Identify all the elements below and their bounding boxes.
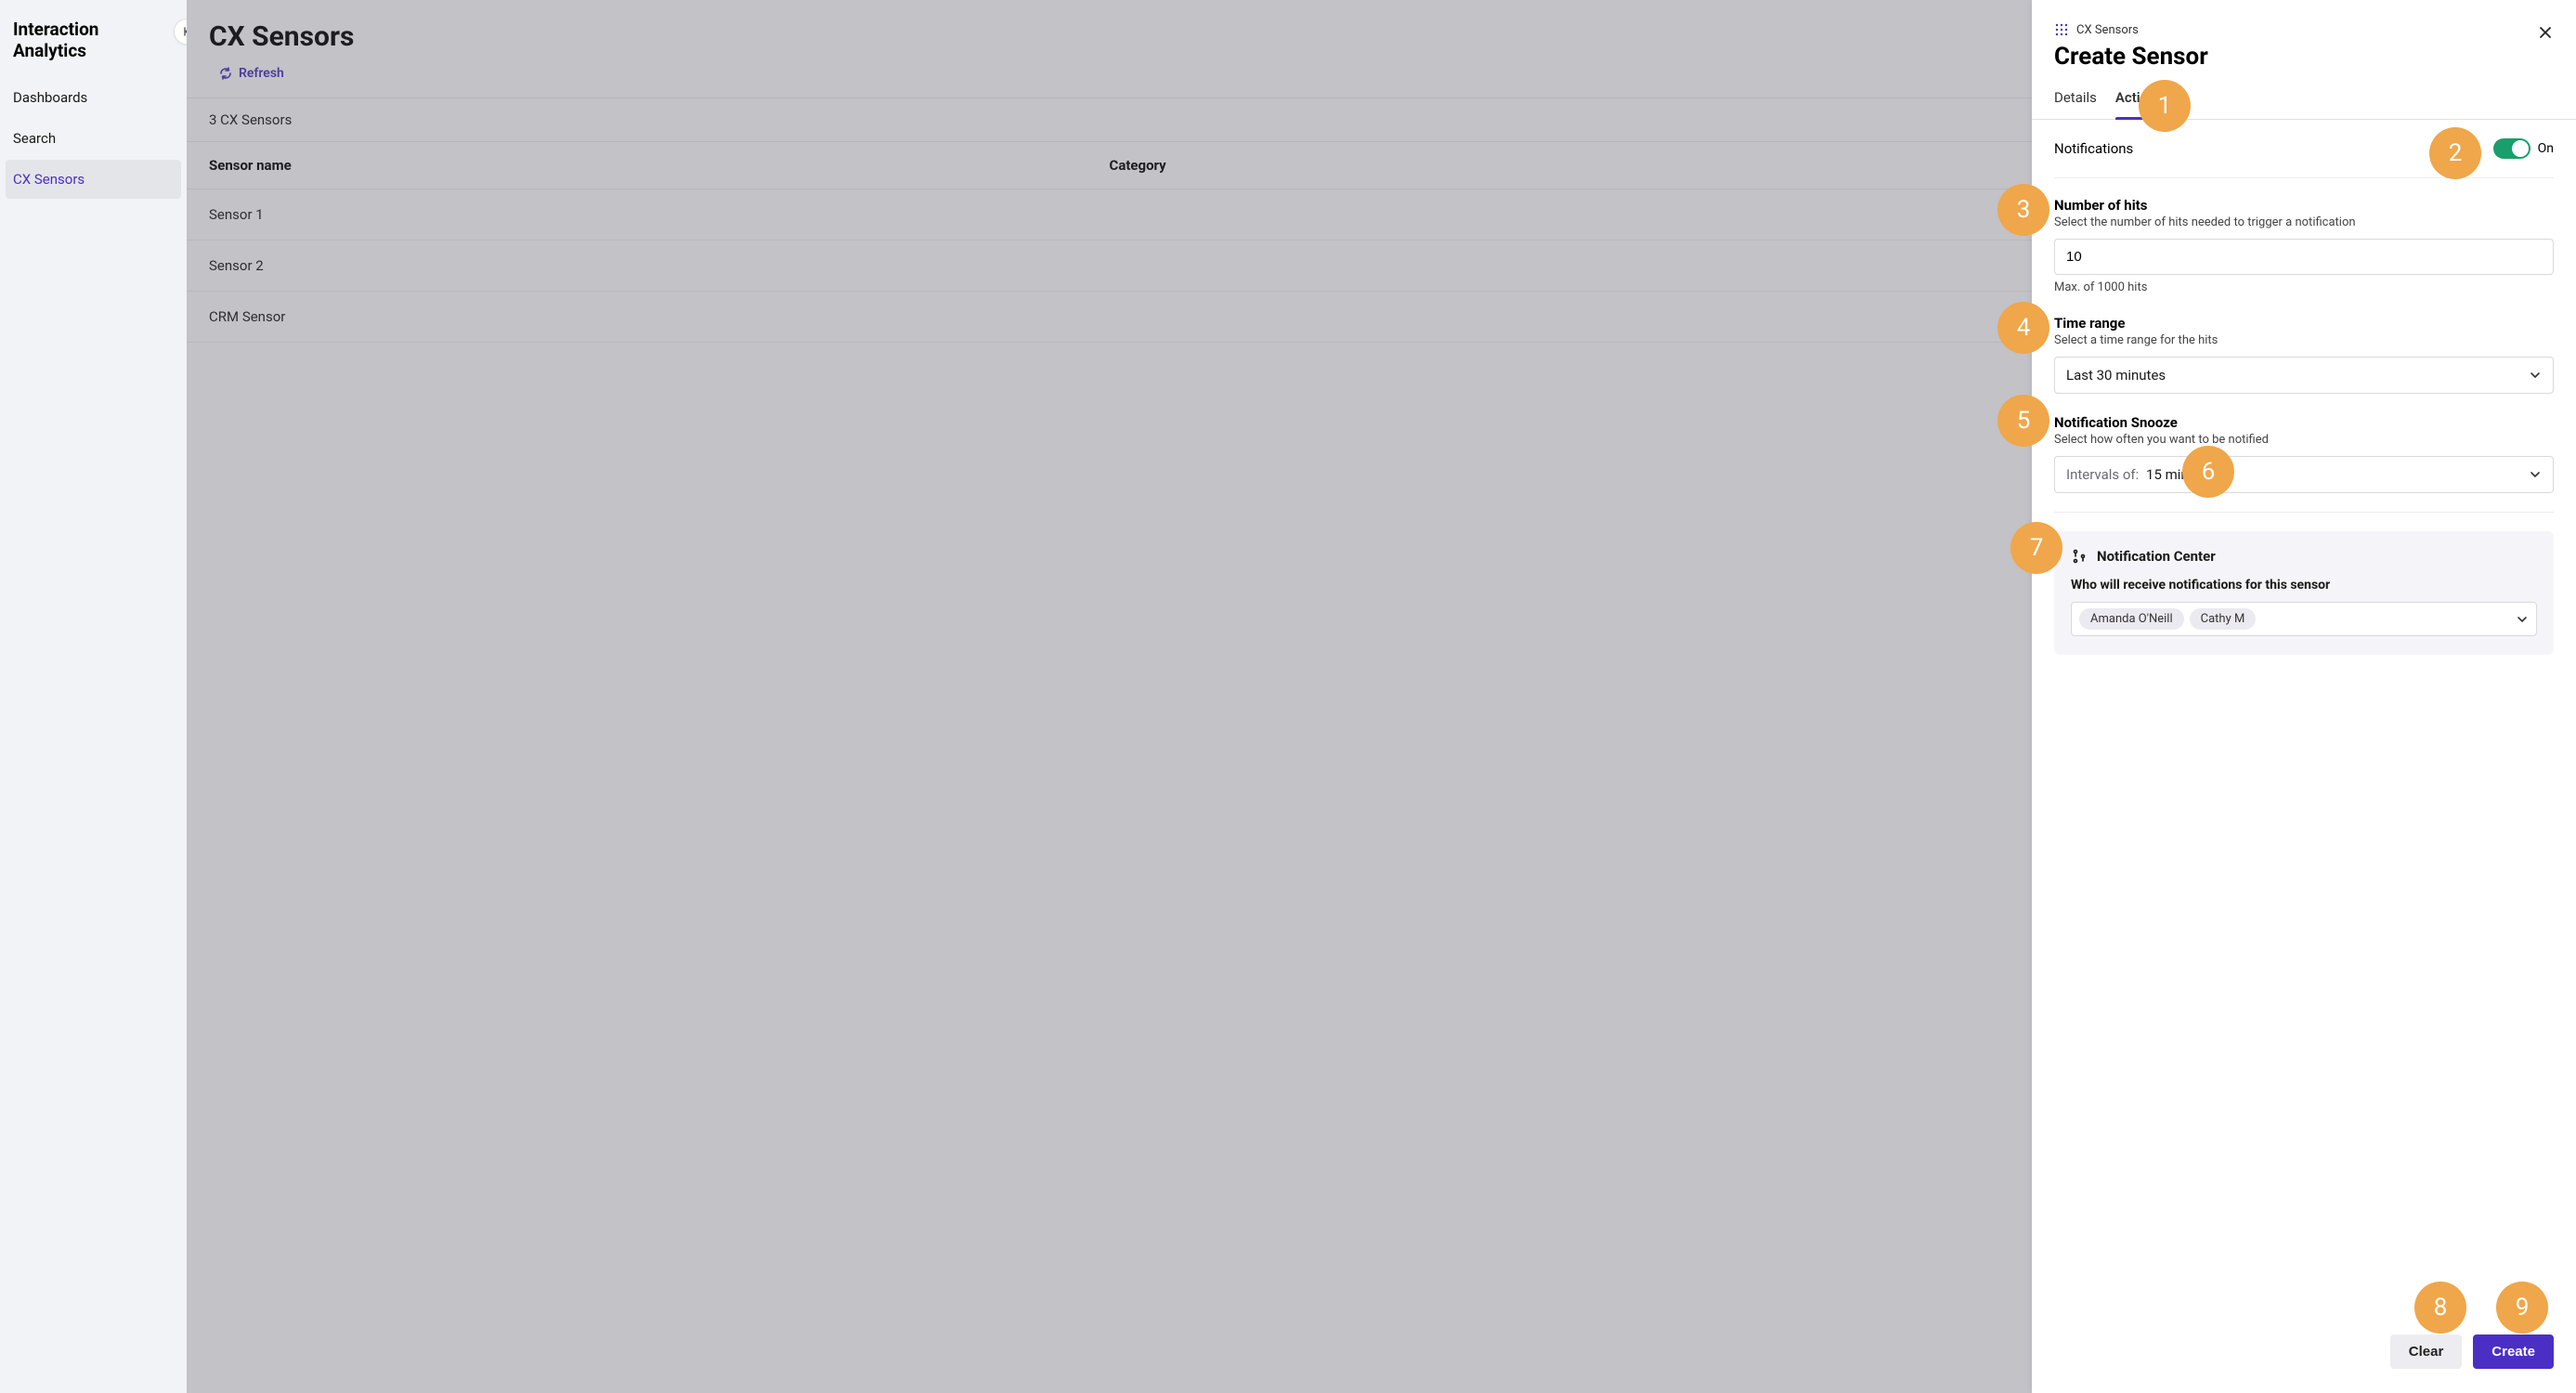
- section-time-range: Time range Select a time range for the h…: [2054, 306, 2554, 405]
- chevron-down-icon: [2529, 468, 2542, 481]
- hits-label: Number of hits: [2054, 197, 2554, 214]
- notification-center-subtitle: Who will receive notifications for this …: [2071, 578, 2537, 592]
- sidebar-item-dashboards[interactable]: Dashboards: [6, 78, 181, 117]
- time-range-select[interactable]: Last 30 minutes: [2054, 357, 2554, 394]
- notifications-toggle[interactable]: [2493, 138, 2530, 159]
- snooze-prefix: Intervals of:: [2066, 466, 2139, 483]
- table-row[interactable]: Sensor 2: [187, 241, 2032, 292]
- main-content: CX Sensors Refresh 3 CX Sensors Sensor n…: [187, 0, 2032, 1393]
- refresh-label: Refresh: [239, 66, 284, 81]
- table-row[interactable]: CRM Sensor: [187, 292, 2032, 343]
- recipient-chip[interactable]: Amanda O'Neill: [2079, 608, 2184, 630]
- col-header-name[interactable]: Sensor name: [209, 157, 1110, 174]
- tab-actions[interactable]: Actions: [2115, 89, 2163, 119]
- snooze-description: Select how often you want to be notified: [2054, 433, 2554, 447]
- refresh-button[interactable]: Refresh: [209, 60, 2010, 98]
- clear-button[interactable]: Clear: [2390, 1334, 2463, 1369]
- recipient-chip[interactable]: Cathy M: [2190, 608, 2257, 630]
- cell-name: Sensor 2: [209, 257, 1110, 274]
- close-icon: [2537, 24, 2554, 41]
- cell-name: CRM Sensor: [209, 308, 1110, 325]
- cell-category: [1110, 308, 2010, 325]
- notification-center-box: Notification Center Who will receive not…: [2054, 531, 2554, 655]
- hits-hint: Max. of 1000 hits: [2054, 280, 2554, 294]
- refresh-icon: [218, 66, 233, 81]
- hits-description: Select the number of hits needed to trig…: [2054, 215, 2554, 229]
- recipients-select[interactable]: Amanda O'Neill Cathy M: [2071, 602, 2537, 636]
- page-title: CX Sensors: [209, 20, 2010, 53]
- panel-title: Create Sensor: [2054, 43, 2554, 71]
- hits-input[interactable]: [2054, 239, 2554, 275]
- create-sensor-panel: CX Sensors Create Sensor Details Actions…: [2032, 0, 2576, 1393]
- tab-details[interactable]: Details: [2054, 89, 2097, 119]
- table-header: Sensor name Category: [187, 142, 2032, 189]
- sidebar-item-search[interactable]: Search: [6, 119, 181, 158]
- snooze-value: 15 min: [2146, 466, 2189, 483]
- snooze-label: Notification Snooze: [2054, 414, 2554, 431]
- cell-name: Sensor 1: [209, 206, 1110, 223]
- app-title: Interaction Analytics: [6, 19, 181, 78]
- notifications-toggle-label: On: [2538, 141, 2554, 156]
- create-button[interactable]: Create: [2473, 1334, 2554, 1369]
- chevron-down-icon: [2516, 613, 2529, 626]
- time-range-label: Time range: [2054, 315, 2554, 332]
- breadcrumb: CX Sensors: [2054, 22, 2554, 37]
- breadcrumb-label: CX Sensors: [2076, 23, 2139, 37]
- snooze-select[interactable]: Intervals of: 15 min: [2054, 456, 2554, 493]
- section-notifications: Notifications On: [2054, 120, 2554, 178]
- time-range-description: Select a time range for the hits: [2054, 333, 2554, 347]
- table-row[interactable]: Sensor 1: [187, 189, 2032, 241]
- grid-icon: [2054, 22, 2069, 37]
- sensor-table: 3 CX Sensors Sensor name Category Sensor…: [187, 98, 2032, 343]
- notification-center-title: Notification Center: [2097, 548, 2216, 565]
- sidebar: Interaction Analytics Dashboards Search …: [0, 0, 187, 1393]
- section-hits: Number of hits Select the number of hits…: [2054, 178, 2554, 306]
- section-snooze: Notification Snooze Select how often you…: [2054, 405, 2554, 513]
- table-count: 3 CX Sensors: [187, 98, 2032, 142]
- panel-footer: Clear Create: [2032, 1318, 2576, 1393]
- chevron-down-icon: [2529, 369, 2542, 382]
- cell-category: [1110, 257, 2010, 274]
- notifications-label: Notifications: [2054, 140, 2133, 157]
- cell-category: [1110, 206, 2010, 223]
- sidebar-item-cx-sensors[interactable]: CX Sensors: [6, 160, 181, 199]
- close-button[interactable]: [2537, 24, 2554, 45]
- notification-center-icon: [2071, 548, 2088, 565]
- col-header-category[interactable]: Category: [1110, 157, 2010, 174]
- time-range-value: Last 30 minutes: [2066, 367, 2166, 384]
- panel-tabs: Details Actions: [2032, 89, 2576, 120]
